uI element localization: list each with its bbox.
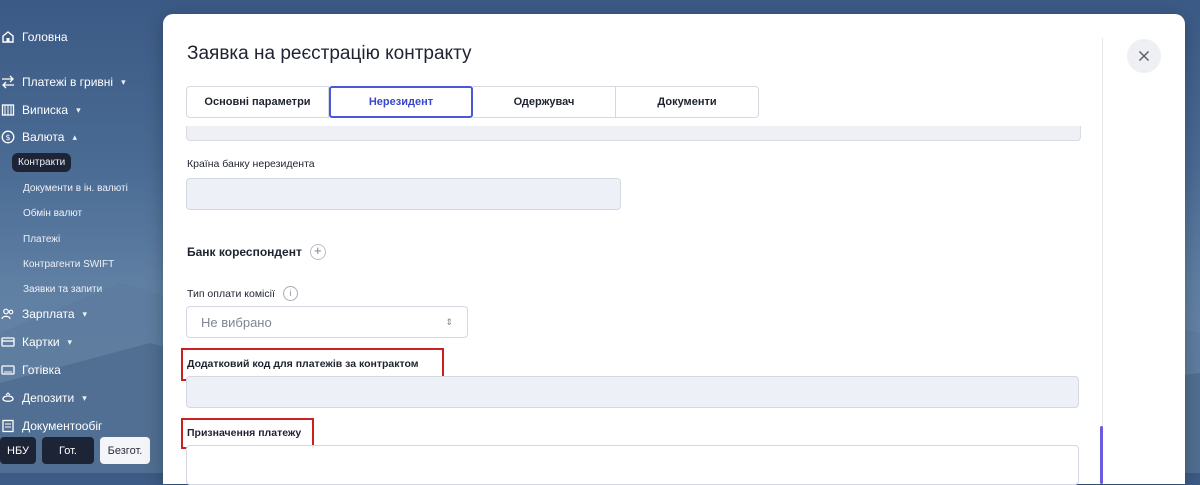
sidebar-item-deposits[interactable]: Депозити ▾: [0, 390, 87, 406]
extra-code-input[interactable]: [186, 376, 1079, 408]
sidebar-item-label: Готівка: [22, 363, 61, 377]
fee-type-label: Тип оплати комісії: [187, 287, 275, 300]
close-button[interactable]: [1127, 39, 1161, 73]
sidebar-item-home[interactable]: Головна: [0, 29, 68, 45]
sidebar-item-label: Валюта: [22, 130, 65, 144]
sidebar-item-cards[interactable]: Картки ▾: [0, 334, 72, 350]
deposit-icon: [0, 390, 16, 406]
filter-nbu-button[interactable]: НБУ: [0, 437, 36, 464]
currency-icon: $: [0, 129, 16, 145]
sidebar-item-label: Зарплата: [22, 307, 75, 321]
sidebar-item-label: Картки: [22, 335, 60, 349]
fee-type-select[interactable]: Не вибрано ⇕: [186, 306, 468, 338]
bank-country-label: Країна банку нерезидента: [187, 158, 315, 170]
tab-documents[interactable]: Документи: [616, 86, 759, 118]
purpose-textarea[interactable]: [186, 445, 1079, 485]
sidebar-item-currency[interactable]: $ Валюта ▴: [0, 129, 77, 145]
chevron-down-icon: ▾: [82, 308, 88, 319]
sidebar-item-docflow[interactable]: Документообіг: [0, 418, 102, 434]
chevron-down-icon: ▾: [82, 392, 87, 403]
add-correspondent-plus-icon[interactable]: +: [309, 244, 326, 260]
filter-noncash-button[interactable]: Безгот.: [100, 437, 150, 464]
sidebar-item-statement[interactable]: Виписка ▾: [0, 102, 81, 118]
sidebar-subitem-fx-documents[interactable]: Документи в ін. валюті: [23, 183, 128, 194]
sidebar-subitem-contracts[interactable]: Контракти: [12, 153, 72, 172]
sidebar-item-label: Виписка: [22, 103, 69, 117]
modal-divider: [1102, 38, 1103, 484]
modal-title: Заявка на реєстрацію контракту: [187, 43, 472, 64]
previous-field-input[interactable]: [186, 126, 1081, 141]
sidebar-item-label: Платежі в гривні: [22, 75, 114, 89]
purpose-label: Призначення платежу: [187, 427, 302, 439]
chevron-up-icon: ▴: [72, 131, 77, 142]
transfer-icon: [0, 74, 16, 90]
home-icon: [0, 29, 16, 45]
fee-type-value: Не вибрано: [201, 314, 272, 330]
sidebar: Головна Платежі в гривні ▾ Виписка ▾ $ В…: [0, 0, 162, 473]
cash-icon: [0, 362, 16, 378]
statement-icon: [0, 102, 16, 118]
chevron-down-icon: ▾: [121, 76, 126, 87]
sidebar-subitem-payments[interactable]: Платежі: [23, 234, 60, 245]
sidebar-item-label: Документообіг: [22, 419, 103, 433]
extra-code-label: Додатковий код для платежів за контракто…: [187, 358, 419, 370]
people-icon: [0, 306, 16, 322]
account-filter-buttons: НБУ Гот. Безгот.: [0, 437, 150, 464]
fee-type-label-row: Тип оплати комісії i: [187, 286, 298, 301]
correspondent-bank-section: Банк кореспондент +: [187, 244, 326, 260]
modal-tabs: Основні параметри Нерезидент Одержувач Д…: [186, 86, 759, 118]
info-icon[interactable]: i: [282, 286, 298, 301]
bank-country-input[interactable]: [186, 178, 621, 210]
svg-text:$: $: [5, 133, 10, 142]
sidebar-subitem-requests[interactable]: Заявки та запити: [23, 284, 102, 295]
chevron-down-icon: ▾: [76, 104, 81, 115]
tab-main-params[interactable]: Основні параметри: [186, 86, 329, 118]
sidebar-subitem-exchange[interactable]: Обмін валют: [23, 208, 82, 219]
filter-cash-button[interactable]: Гот.: [42, 437, 94, 464]
tab-nonresident[interactable]: Нерезидент: [329, 86, 473, 118]
sidebar-item-salary[interactable]: Зарплата ▾: [0, 306, 87, 322]
select-updown-icon: ⇕: [445, 316, 453, 327]
sidebar-item-cash[interactable]: Готівка: [0, 362, 61, 378]
scrollbar-thumb[interactable]: [1100, 426, 1103, 484]
sidebar-subitem-swift[interactable]: Контрагенти SWIFT: [23, 259, 114, 270]
close-icon: [1138, 50, 1150, 62]
sidebar-item-label: Головна: [22, 30, 68, 44]
correspondent-bank-title: Банк кореспондент: [187, 245, 302, 259]
contract-registration-modal: Заявка на реєстрацію контракту Основні п…: [163, 14, 1185, 485]
tab-recipient[interactable]: Одержувач: [473, 86, 616, 118]
document-icon: [0, 418, 16, 434]
chevron-down-icon: ▾: [67, 336, 73, 347]
card-icon: [0, 334, 16, 350]
sidebar-item-uah-payments[interactable]: Платежі в гривні ▾: [0, 74, 126, 90]
sidebar-item-label: Депозити: [22, 391, 75, 405]
